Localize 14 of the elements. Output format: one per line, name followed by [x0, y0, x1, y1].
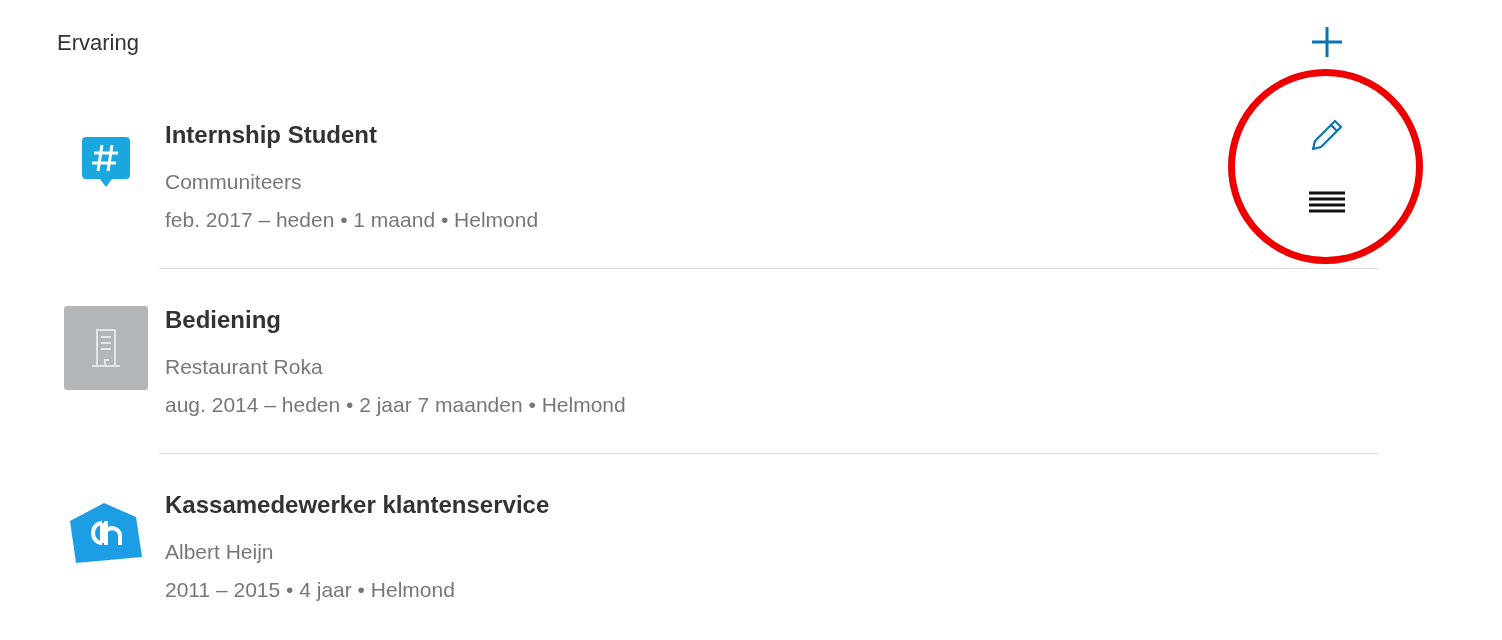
job-title: Kassamedewerker klantenservice	[165, 491, 550, 519]
job-details: 2011 – 2015 • 4 jaar • Helmond	[165, 577, 455, 603]
section-title: Ervaring	[57, 28, 139, 57]
company-name: Communiteers	[165, 169, 302, 195]
job-title: Internship Student	[165, 121, 377, 149]
pencil-icon	[1310, 118, 1344, 152]
menu-icon	[1309, 190, 1345, 214]
job-details: feb. 2017 – heden • 1 maand • Helmond	[165, 207, 539, 233]
plus-icon	[1311, 26, 1343, 58]
company-name: Albert Heijn	[165, 539, 274, 565]
building-icon	[64, 306, 148, 390]
job-title: Bediening	[165, 306, 281, 334]
job-details: aug. 2014 – heden • 2 jaar 7 maanden • Helmond	[165, 392, 626, 418]
company-name: Restaurant Roka	[165, 354, 323, 380]
